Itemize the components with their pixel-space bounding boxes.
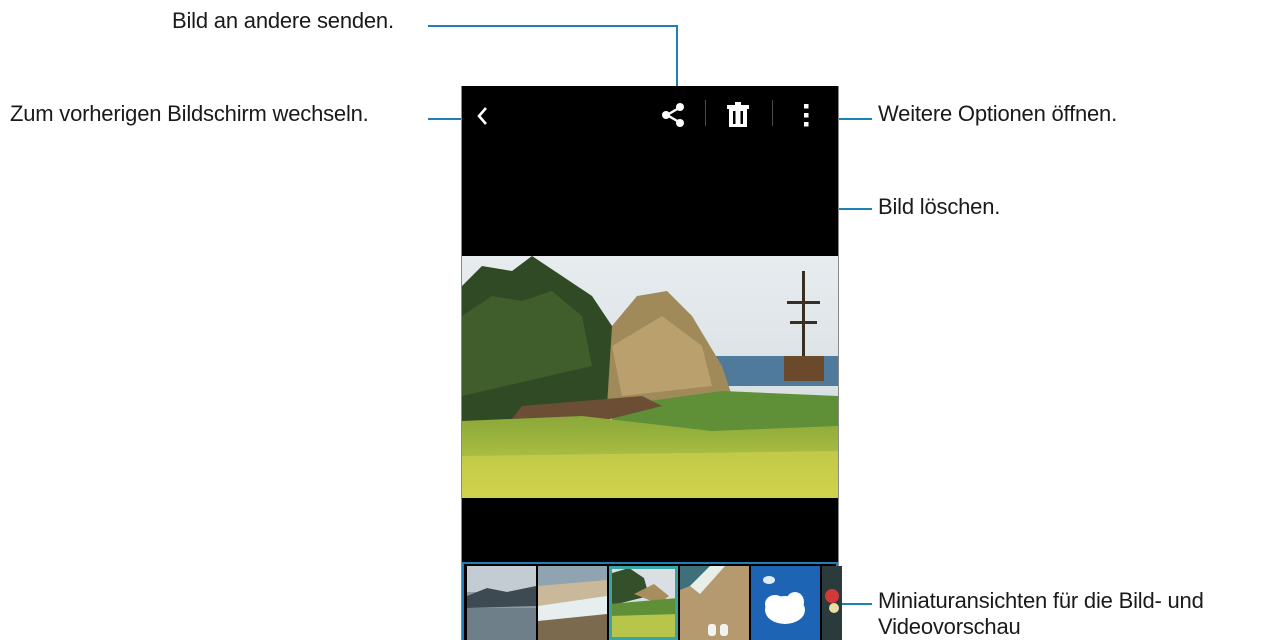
callout-thumbnails-label-1: Miniaturansichten für die Bild- und <box>878 588 1204 613</box>
action-bar <box>462 86 838 140</box>
delete-button[interactable] <box>722 98 754 132</box>
action-separator <box>772 100 773 126</box>
callout-back-label: Zum vorherigen Bildschirm wechseln. <box>10 101 369 126</box>
trash-icon <box>727 102 749 127</box>
share-button[interactable] <box>656 98 690 132</box>
thumbnail[interactable] <box>822 566 842 640</box>
callout-share-label: Bild an andere senden. <box>172 8 394 33</box>
thumbnail-image <box>538 566 607 640</box>
thumbnail-image <box>467 566 536 640</box>
thumbnail[interactable] <box>751 566 820 640</box>
callout-thumbnails-label-2: Videovorschau <box>878 614 1021 639</box>
thumbnail[interactable] <box>467 566 536 640</box>
back-icon <box>477 107 487 125</box>
thumbnail-strip[interactable] <box>462 562 842 640</box>
thumbnail-image <box>751 566 820 640</box>
more-vert-icon <box>804 104 809 127</box>
main-photo[interactable] <box>462 256 838 498</box>
share-callout-line-h <box>428 25 678 27</box>
thumbnail-image <box>822 566 842 640</box>
callout-delete-label: Bild löschen. <box>878 194 1001 219</box>
share-icon <box>662 103 684 127</box>
thumbnail-image <box>680 566 749 640</box>
thumbnail[interactable] <box>680 566 749 640</box>
thumbnail-image <box>609 566 678 640</box>
gallery-screen <box>461 86 842 640</box>
thumbnails-callout-line <box>838 603 872 605</box>
back-button[interactable] <box>466 100 498 132</box>
thumbnail[interactable] <box>538 566 607 640</box>
more-options-button[interactable] <box>790 98 822 132</box>
landscape-photo-image <box>462 256 838 498</box>
action-separator <box>705 100 706 126</box>
thumbnail-selected[interactable] <box>609 566 678 640</box>
callout-more-label: Weitere Optionen öffnen. <box>878 101 1117 126</box>
